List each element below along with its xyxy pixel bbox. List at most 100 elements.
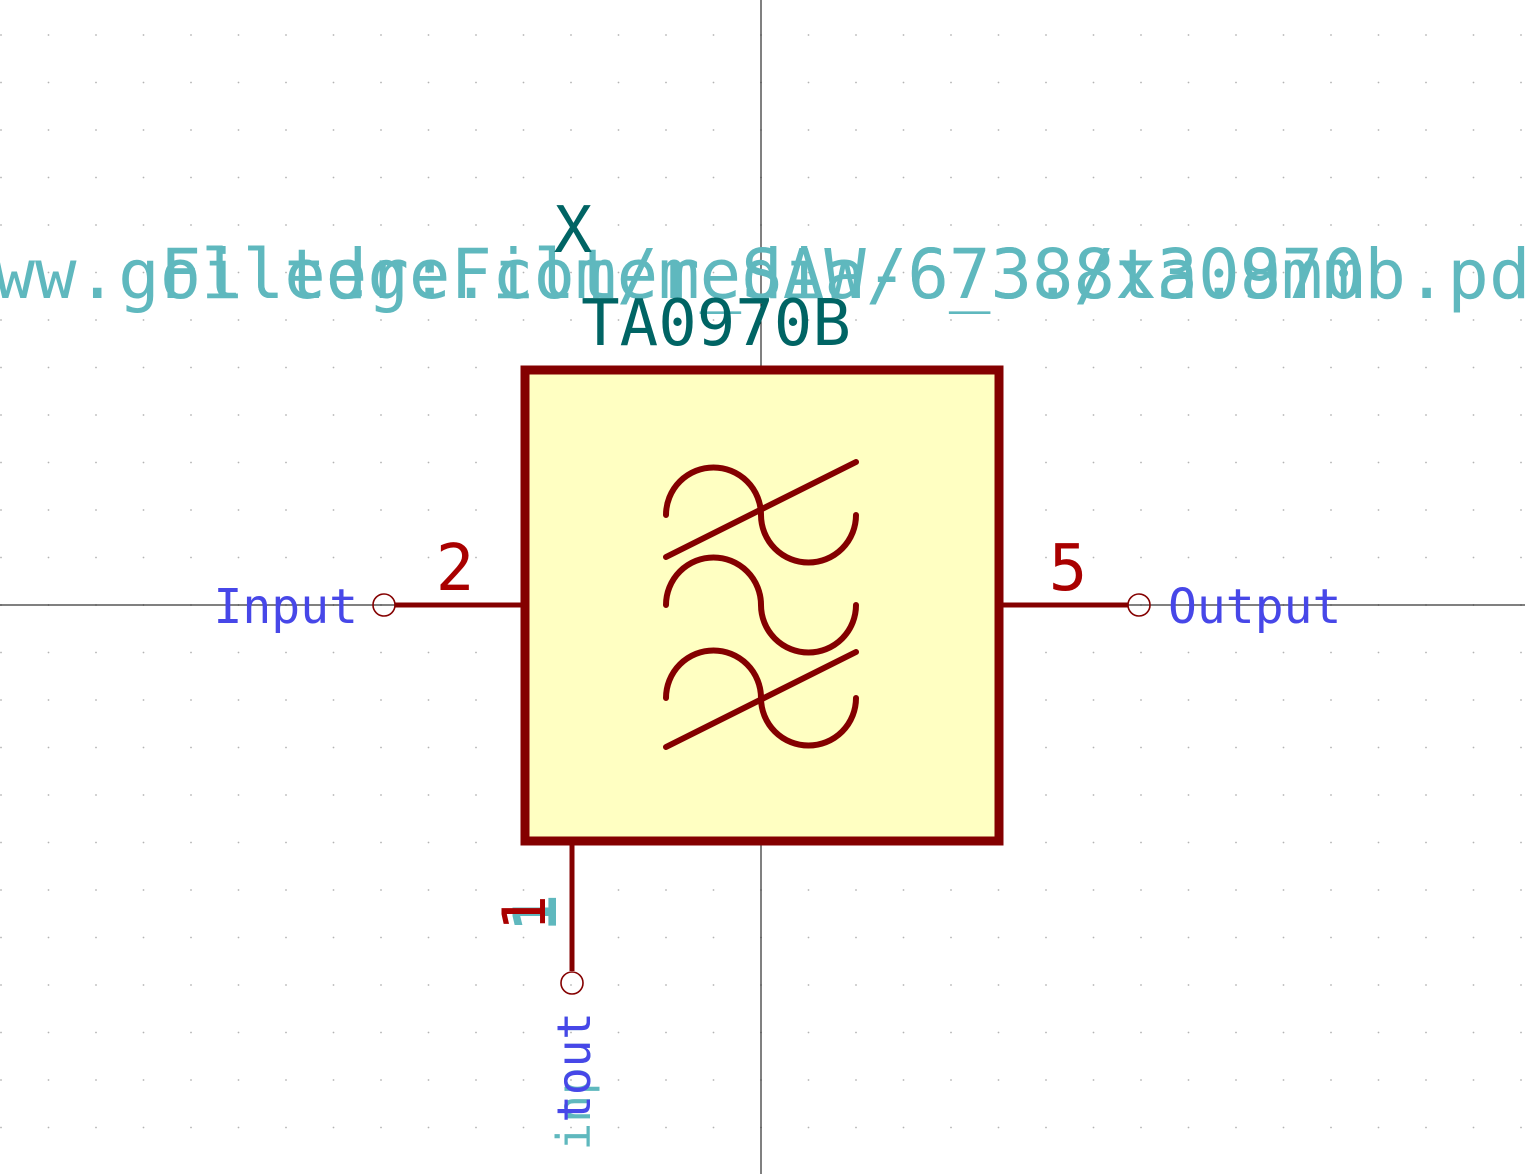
grid-dot [1092,841,1095,844]
grid-dot [427,34,430,36]
grid-dot [1472,129,1475,131]
grid-dot [380,936,382,939]
grid-dot [0,414,2,416]
grid-dot [190,1079,192,1081]
grid-dot [427,841,430,844]
grid-dot [1140,224,1142,226]
grid-dot [1425,1126,1427,1129]
grid-dot [950,889,952,891]
grid-dot [807,889,810,891]
pin-input[interactable]: 2 Input [214,532,526,635]
grid-dot [902,129,905,131]
grid-dot [1187,319,1190,321]
grid-dot [1235,319,1237,321]
grid-dot [1425,984,1427,986]
grid-dot [0,651,2,654]
grid-dot [712,1079,715,1081]
grid-dot [380,1126,382,1129]
grid-dot [190,366,192,369]
grid-dot [902,224,905,226]
grid-dot [522,224,525,226]
grid-dot [1235,699,1237,701]
grid-dot [1520,81,1522,84]
pin-output[interactable]: 5 Output [999,532,1341,635]
grid-dot [332,319,335,321]
grid-dot [1282,129,1285,131]
grid-dot [427,1079,430,1081]
grid-dot [1045,34,1047,36]
grid-dot [142,984,145,986]
grid-dot [1377,889,1380,891]
grid-dot [1235,889,1237,891]
grid-dot [0,366,2,369]
grid-dot [285,176,287,179]
grid-dot [1235,414,1237,416]
grid-dot [1235,936,1237,939]
grid-dot [1377,176,1380,179]
grid-dot [1282,794,1285,796]
grid-dot [1377,129,1380,131]
grid-dot [475,509,477,511]
grid-dot [1235,746,1237,749]
grid-dot [475,319,477,321]
grid-dot [1187,699,1190,701]
grid-dot [807,984,810,986]
grid-dot [285,224,287,226]
grid-dot [475,841,477,844]
grid-dot [142,889,145,891]
grid-dot [237,936,240,939]
grid-dot [522,936,525,939]
grid-dot [1520,366,1522,369]
grid-dot [237,509,240,511]
grid-dot [190,1126,192,1129]
grid-dot [1377,461,1380,464]
grid-dot [1187,651,1190,654]
grid-dot [285,461,287,464]
grid-dot [1140,746,1142,749]
pin-gnd-stack[interactable]: 1 1 input tout [490,841,601,1150]
grid-dot [475,224,477,226]
grid-dot [1140,366,1142,369]
grid-dot [142,556,145,559]
pin-gnd-endpoint[interactable] [560,971,584,995]
grid-dot [1140,509,1142,511]
grid-dot [142,651,145,654]
grid-dot [190,319,192,321]
grid-dot [855,34,857,36]
grid-dot [522,319,525,321]
grid-dot [190,81,192,84]
grid-dot [47,34,50,36]
grid-dot [427,1126,430,1129]
grid-dot [997,81,1000,84]
grid-dot [475,81,477,84]
grid-dot [475,34,477,36]
grid-dot [237,651,240,654]
grid-dot [285,34,287,36]
grid-dot [1187,556,1190,559]
grid-dot [950,129,952,131]
grid-dot [1092,889,1095,891]
grid-dot [1140,176,1142,179]
field-value[interactable]: TA0970B [581,287,851,361]
grid-dot [1520,1031,1522,1034]
grid-dot [1377,224,1380,226]
grid-dot [807,81,810,84]
grid-dot [1235,841,1237,844]
grid-dot [1187,841,1190,844]
grid-dot [902,176,905,179]
grid-dot [1520,461,1522,464]
grid-dot [380,34,382,36]
grid-dot [1330,176,1332,179]
grid-dot [475,699,477,701]
grid-dot [0,34,2,36]
grid-dot [142,746,145,749]
grid-dot [332,1031,335,1034]
grid-dot [1187,34,1190,36]
field-reference[interactable]: X [554,194,593,268]
grid-dot [47,746,50,749]
schematic-canvas[interactable]: 2 Input 5 Output 1 1 input tout www.goll… [0,0,1525,1174]
grid-dot [1282,366,1285,369]
grid-dot [237,366,240,369]
grid-dot [1140,1126,1142,1129]
grid-dot [1520,34,1522,36]
